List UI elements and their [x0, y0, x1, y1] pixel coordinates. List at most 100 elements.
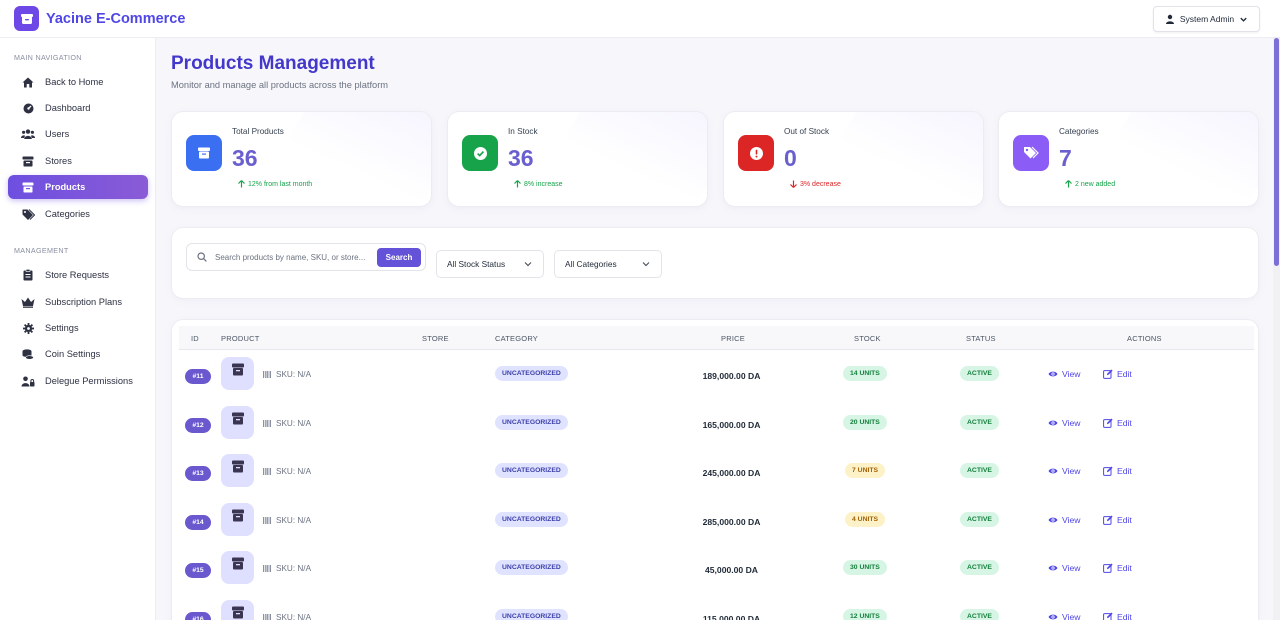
sidebar-item-subscription-plans[interactable]: Subscription Plans — [8, 290, 148, 314]
view-button[interactable]: View — [1048, 515, 1080, 525]
sidebar-item-stores[interactable]: Stores — [8, 149, 148, 173]
edit-button[interactable]: Edit — [1103, 418, 1132, 428]
sidebar-item-label: Users — [45, 129, 70, 139]
category-badge: UNCATEGORIZED — [495, 463, 568, 479]
status-badge: ACTIVE — [960, 560, 999, 576]
product-id-badge: #14 — [185, 514, 211, 530]
sidebar-item-categories[interactable]: Categories — [8, 202, 148, 226]
sidebar-item-products[interactable]: Products — [8, 175, 148, 199]
table-row[interactable]: #12 SKU: N/A UNCATEGORIZED 165,000.00 DA 20 … — [179, 400, 1254, 449]
chevron-down-icon — [642, 262, 650, 267]
tags-icon — [1013, 135, 1049, 171]
user-menu-button[interactable]: System Admin — [1153, 6, 1260, 32]
sidebar-item-label: Categories — [45, 209, 90, 219]
sidebar-item-coin-settings[interactable]: Coin Settings — [8, 342, 148, 366]
barcode-icon — [263, 419, 271, 427]
edit-button[interactable]: Edit — [1103, 612, 1132, 620]
scrollbar[interactable] — [1273, 38, 1280, 620]
sidebar-item-label: Coin Settings — [45, 349, 101, 359]
chevron-down-icon — [524, 262, 532, 267]
stat-label: In Stock — [508, 127, 538, 136]
edit-button[interactable]: Edit — [1103, 369, 1132, 379]
status-badge: ACTIVE — [960, 511, 999, 527]
product-price: 115,000.00 DA — [702, 614, 761, 620]
sidebar-item-store-requests[interactable]: Store Requests — [8, 263, 148, 287]
stat-change: 3% decrease — [790, 180, 841, 188]
product-id-badge: #12 — [185, 417, 211, 433]
brand[interactable]: Yacine E-Commerce — [14, 6, 185, 31]
search-button[interactable]: Search — [377, 248, 421, 267]
table-row[interactable]: #13 SKU: N/A UNCATEGORIZED 245,000.00 DA 7 U… — [179, 448, 1254, 497]
arrow-up-icon — [1065, 180, 1072, 188]
sidebar-item-settings[interactable]: Settings — [8, 316, 148, 340]
store-icon — [21, 154, 35, 168]
stat-card-out-of-stock: Out of Stock 0 3% decrease — [723, 111, 984, 207]
product-thumbnail — [221, 405, 254, 439]
check-circle-icon — [462, 135, 498, 171]
product-sku: SKU: N/A — [263, 419, 311, 428]
stat-value: 0 — [784, 145, 797, 171]
edit-button[interactable]: Edit — [1103, 563, 1132, 573]
status-badge: ACTIVE — [960, 609, 999, 620]
search-input[interactable] — [215, 252, 375, 262]
page-subtitle: Monitor and manage all products across t… — [171, 80, 389, 90]
arrow-down-icon — [790, 180, 797, 188]
stat-change: 12% from last month — [238, 180, 312, 188]
edit-icon — [1103, 369, 1113, 379]
filter-panel: Search All Stock Status All Categories — [171, 227, 1259, 299]
sidebar-item-label: Products — [45, 182, 86, 192]
stat-label: Total Products — [232, 127, 284, 136]
stock-badge: 14 UNITS — [843, 366, 887, 381]
edit-button[interactable]: Edit — [1103, 466, 1132, 476]
stock-badge: 20 UNITS — [843, 414, 887, 430]
column-header-store: STORE — [422, 334, 449, 343]
view-button[interactable]: View — [1048, 418, 1080, 428]
view-button[interactable]: View — [1048, 612, 1080, 620]
barcode-icon — [263, 516, 271, 524]
product-price: 245,000.00 DA — [702, 468, 761, 479]
stock-badge: 12 UNITS — [843, 609, 887, 620]
category-select[interactable]: All Categories — [554, 250, 662, 278]
edit-icon — [1103, 612, 1113, 620]
coins-icon — [21, 347, 35, 361]
stock-status-select[interactable]: All Stock Status — [436, 250, 544, 278]
stock-badge: 7 UNITS — [845, 463, 886, 479]
sidebar-item-back-to-home[interactable]: Back to Home — [8, 70, 148, 94]
sidebar: MAIN NAVIGATION Back to Home Dashboard U… — [0, 38, 156, 620]
products-table: ID PRODUCT STORE CATEGORY PRICE STOCK ST… — [171, 319, 1259, 620]
table-header: ID PRODUCT STORE CATEGORY PRICE STOCK ST… — [179, 326, 1254, 350]
table-row[interactable]: #11 SKU: N/A UNCATEGORIZED 189,000.00 DA 14 … — [179, 351, 1254, 400]
sidebar-item-label: Subscription Plans — [45, 297, 122, 307]
scrollbar-thumb[interactable] — [1274, 38, 1279, 266]
user-lock-icon — [21, 374, 35, 388]
arrow-up-icon — [514, 180, 521, 188]
box-icon — [231, 509, 244, 522]
tags-icon — [21, 207, 35, 221]
category-badge: UNCATEGORIZED — [495, 366, 568, 381]
sidebar-item-users[interactable]: Users — [8, 122, 148, 146]
status-badge: ACTIVE — [960, 463, 999, 479]
view-button[interactable]: View — [1048, 563, 1080, 573]
product-thumbnail — [221, 600, 254, 620]
edit-button[interactable]: Edit — [1103, 515, 1132, 525]
table-row[interactable]: #15 SKU: N/A UNCATEGORIZED 45,000.00 DA 30 U… — [179, 545, 1254, 594]
table-row[interactable]: #14 SKU: N/A UNCATEGORIZED 285,000.00 DA 4 U… — [179, 497, 1254, 546]
box-icon — [186, 135, 222, 171]
product-sku: SKU: N/A — [263, 370, 311, 379]
category-badge: UNCATEGORIZED — [495, 511, 568, 527]
eye-icon — [1048, 614, 1058, 620]
view-button[interactable]: View — [1048, 466, 1080, 476]
box-icon — [231, 412, 244, 425]
table-row[interactable]: #16 SKU: N/A UNCATEGORIZED 115,000.00 DA 12 … — [179, 594, 1254, 620]
clipboard-icon — [21, 268, 35, 282]
stock-badge: 30 UNITS — [843, 560, 887, 576]
column-header-stock: STOCK — [854, 334, 881, 343]
home-icon — [21, 75, 35, 89]
sidebar-item-dashboard[interactable]: Dashboard — [8, 96, 148, 120]
view-button[interactable]: View — [1048, 369, 1080, 379]
product-thumbnail — [221, 551, 254, 585]
sidebar-item-delegue-permissions[interactable]: Delegue Permissions — [8, 369, 148, 393]
column-header-price: PRICE — [721, 334, 745, 343]
search-icon — [197, 252, 207, 262]
sidebar-item-label: Dashboard — [45, 103, 91, 113]
